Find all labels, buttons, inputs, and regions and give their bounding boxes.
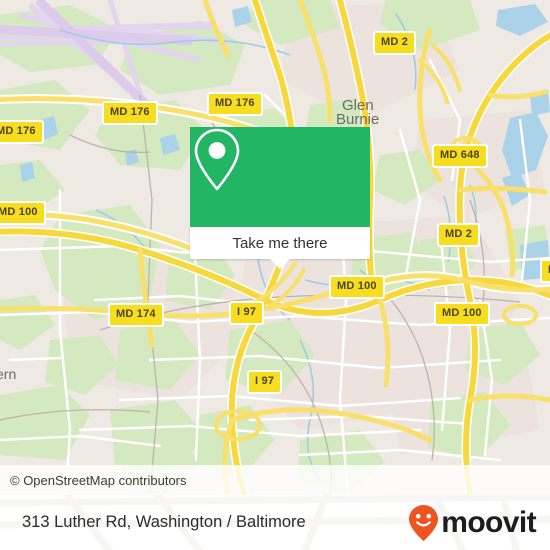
moovit-wordmark: moovit: [441, 505, 536, 539]
callout-image-panel: [190, 127, 370, 227]
footer-bar: 313 Luther Rd, Washington / Baltimore mo…: [0, 495, 550, 550]
map-canvas[interactable]: MD 176 MD 176 MD 176 MD 2 MD 648 MD 2 MD…: [0, 0, 550, 495]
take-me-there-button[interactable]: Take me there: [190, 227, 370, 259]
address-label: 313 Luther Rd, Washington / Baltimore: [22, 513, 306, 531]
shield-md-100-left[interactable]: MD 100: [0, 201, 46, 225]
take-me-there-label: Take me there: [232, 234, 328, 252]
map-attribution-bar: © OpenStreetMap contributors: [0, 465, 550, 495]
shield-md-174[interactable]: MD 174: [108, 303, 164, 327]
shield-i-97-lower[interactable]: I 97: [247, 370, 283, 394]
shield-md-648[interactable]: MD 648: [432, 144, 488, 168]
shield-md-2-right[interactable]: MD 2: [437, 223, 481, 247]
shield-i-97-upper[interactable]: I 97: [229, 301, 265, 325]
shield-md-100-mid[interactable]: MD 100: [329, 275, 385, 299]
location-callout-card[interactable]: Take me there: [190, 127, 370, 269]
shield-md-176-mid[interactable]: MD 176: [102, 101, 158, 125]
callout-pointer-triangle: [270, 259, 290, 269]
moovit-smiley-pin-icon: [409, 504, 439, 541]
osm-attribution-text[interactable]: © OpenStreetMap contributors: [10, 473, 187, 488]
moovit-brand[interactable]: moovit: [407, 504, 537, 542]
place-label-glen-burnie-line2: Burnie: [336, 111, 380, 128]
shield-md-2-top[interactable]: MD 2: [373, 31, 417, 55]
place-label-severn-cut: ern: [0, 366, 17, 382]
shield-md-edge-right[interactable]: M: [540, 259, 550, 283]
shield-md-100-right[interactable]: MD 100: [434, 302, 490, 326]
moovit-map-screenshot: MD 176 MD 176 MD 176 MD 2 MD 648 MD 2 MD…: [0, 0, 550, 550]
map-pin-icon: [194, 128, 240, 191]
shield-md-176-left[interactable]: MD 176: [0, 120, 44, 144]
shield-md-176-right[interactable]: MD 176: [207, 92, 263, 116]
